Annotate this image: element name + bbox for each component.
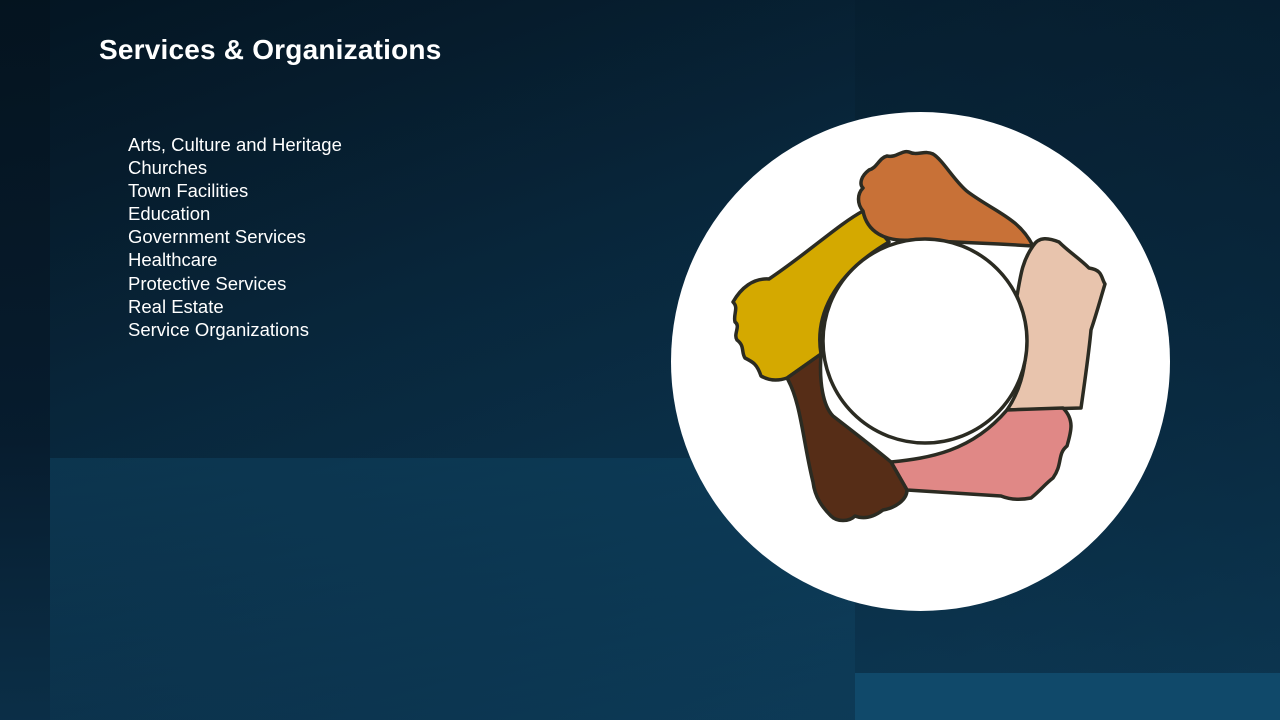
list-item: Healthcare — [128, 249, 218, 271]
list-item: Education — [128, 203, 211, 225]
background-band-left — [0, 0, 50, 720]
list-item: Protective Services — [128, 272, 287, 294]
services-list: Arts, Culture and Heritage Churches Town… — [128, 133, 342, 341]
slide: Services & Organizations Arts, Culture a… — [0, 0, 1280, 720]
list-item: Churches — [128, 157, 208, 179]
list-item: Arts, Culture and Heritage — [128, 134, 342, 155]
list-item: Town Facilities — [128, 180, 249, 202]
background-band-bottom-right — [855, 673, 1280, 720]
hands-circle-icon — [671, 112, 1170, 611]
list-item: Real Estate — [128, 295, 224, 317]
center-hole — [821, 237, 1029, 445]
list-item: Service Organizations — [128, 318, 309, 340]
hands-illustration — [671, 112, 1170, 611]
slide-title: Services & Organizations — [99, 34, 442, 65]
list-item: Government Services — [128, 226, 306, 248]
